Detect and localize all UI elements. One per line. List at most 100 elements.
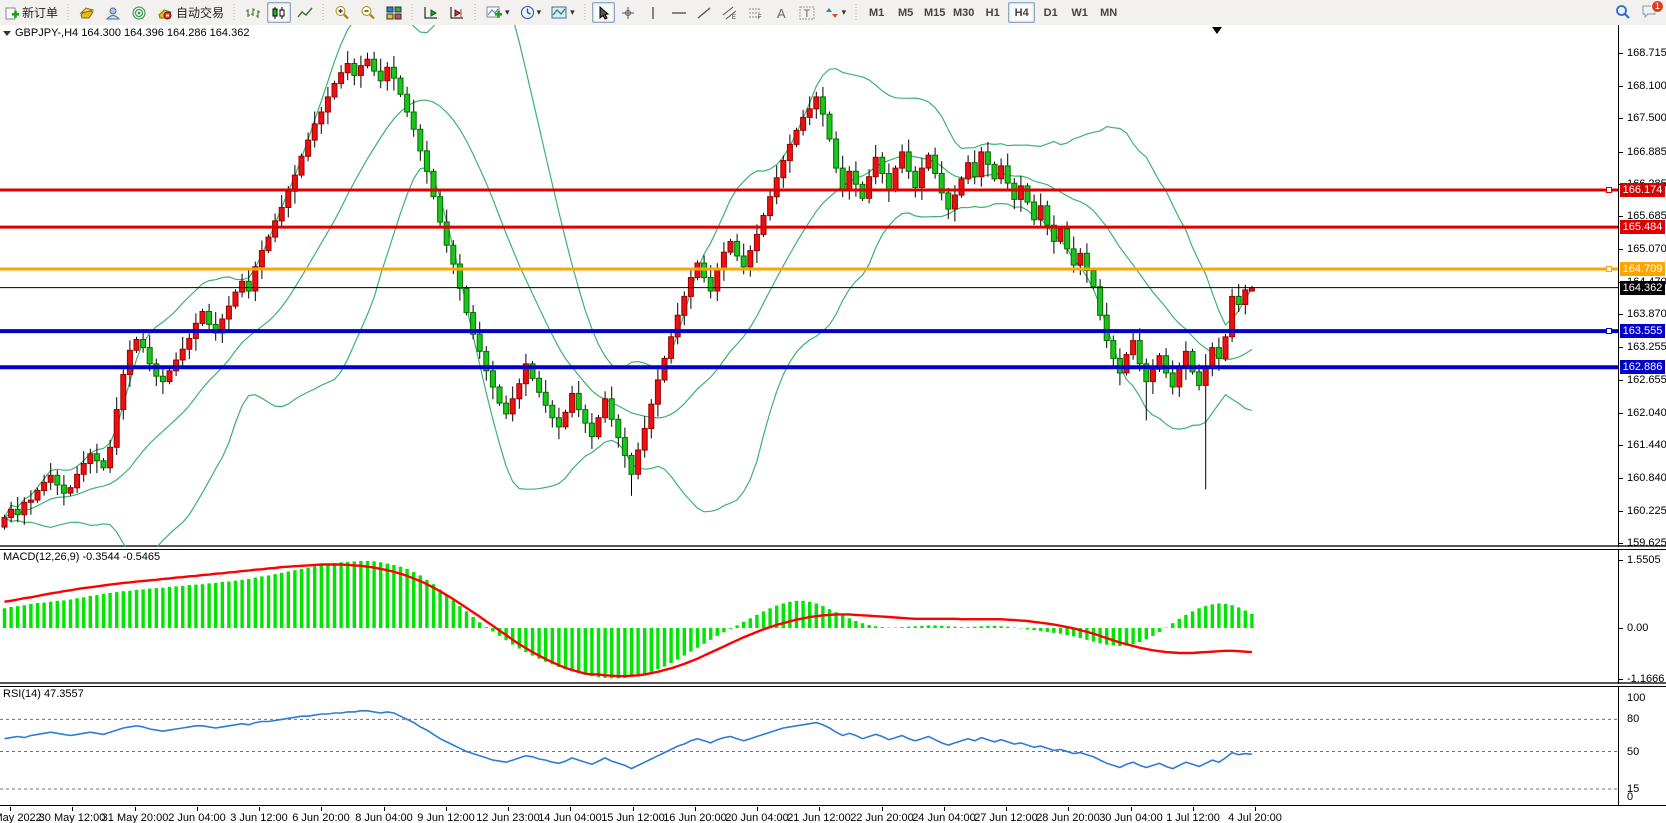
- tile-windows-button[interactable]: [382, 2, 406, 23]
- time-axis-label: 27 Jun 12:00: [974, 812, 1038, 823]
- bar-chart-button[interactable]: [241, 2, 265, 23]
- candle-body: [180, 349, 185, 360]
- timeframe-w1-button[interactable]: W1: [1066, 2, 1093, 23]
- candle-body: [504, 403, 509, 414]
- horizontal-line-button[interactable]: [667, 2, 691, 23]
- navigator-icon: [131, 6, 147, 20]
- timeframe-mn-button[interactable]: MN: [1095, 2, 1122, 23]
- candle-body: [1098, 287, 1103, 316]
- timeframe-m30-button[interactable]: M30: [950, 2, 977, 23]
- macd-signal-line: [5, 565, 1252, 677]
- price-chart-svg[interactable]: [0, 25, 1618, 547]
- chart-title-text: GBPJPY-,H4 164.300 164.396 164.286 164.3…: [15, 27, 249, 39]
- price-badge-163.555: 163.555: [1620, 324, 1665, 338]
- candle-body: [187, 338, 192, 349]
- text-button[interactable]: A: [770, 2, 793, 23]
- macd-histogram: [5, 561, 1252, 678]
- auto-scroll-button[interactable]: [419, 2, 443, 23]
- rsi-area[interactable]: RSI(14) 47.3557: [0, 687, 1619, 805]
- price-badge-166.174: 166.174: [1620, 183, 1665, 197]
- rsi-panel: RSI(14) 47.3557 1008050150: [0, 686, 1666, 806]
- candlestick-chart-button[interactable]: [267, 2, 291, 23]
- market-watch-button[interactable]: [75, 2, 99, 23]
- zoom-out-button[interactable]: [356, 2, 380, 23]
- zoom-in-button[interactable]: [330, 2, 354, 23]
- equidistant-channel-button[interactable]: E: [718, 2, 742, 23]
- candle-body: [127, 350, 132, 374]
- price-axis-tick: [1619, 314, 1623, 315]
- candle-body: [345, 64, 350, 73]
- candle-body: [385, 67, 390, 81]
- trendline-button[interactable]: [693, 2, 716, 23]
- resistance-line-1-handle[interactable]: [1606, 187, 1612, 193]
- price-axis-tick: [1619, 543, 1623, 544]
- autotrade-label: 自动交易: [176, 4, 224, 21]
- macd-area[interactable]: MACD(12,26,9) -0.3544 -0.5465: [0, 550, 1619, 684]
- time-axis[interactable]: 27 May 202230 May 12:0031 May 20:002 Jun…: [0, 807, 1666, 823]
- candle-body: [372, 59, 377, 71]
- cursor-button[interactable]: [592, 2, 615, 23]
- new-order-icon: [5, 6, 19, 20]
- toolbar: 新订单: [0, 0, 1666, 26]
- candle-body: [1124, 355, 1129, 373]
- price-axis-tick: [1619, 380, 1623, 381]
- new-order-button[interactable]: 新订单: [1, 2, 62, 23]
- chart-title: GBPJPY-,H4 164.300 164.396 164.286 164.3…: [3, 27, 249, 39]
- timeframe-h1-button[interactable]: H1: [979, 2, 1006, 23]
- candle-body: [147, 348, 152, 364]
- timeframe-m5-button[interactable]: M5: [892, 2, 919, 23]
- candle-body: [48, 475, 53, 482]
- navigator-button[interactable]: [127, 2, 151, 23]
- candle-body: [325, 97, 330, 112]
- time-axis-tick: [570, 807, 571, 811]
- chart-area[interactable]: GBPJPY-,H4 164.300 164.396 164.286 164.3…: [0, 25, 1619, 547]
- timeframe-m1-button[interactable]: M1: [863, 2, 890, 23]
- macd-axis-tick: [1619, 628, 1623, 629]
- data-window-button[interactable]: [101, 2, 125, 23]
- indicators-button[interactable]: ▾: [482, 2, 514, 23]
- price-axis-tick: [1619, 413, 1623, 414]
- candle-body: [992, 164, 997, 179]
- notifications-button[interactable]: 1: [1637, 1, 1661, 22]
- candle-body: [339, 73, 344, 84]
- autotrade-button[interactable]: 自动交易: [153, 2, 228, 23]
- time-axis-tick: [944, 807, 945, 811]
- support-line-1-handle[interactable]: [1606, 328, 1612, 334]
- price-axis-tick-label: 167.500: [1627, 112, 1666, 124]
- candle-body: [101, 461, 106, 468]
- macd-axis-tick: [1619, 679, 1623, 680]
- macd-label: MACD(12,26,9) -0.3544 -0.5465: [3, 551, 160, 563]
- candle-body: [418, 129, 423, 151]
- chart-shift-button[interactable]: [445, 2, 469, 23]
- candle-body: [1203, 367, 1208, 386]
- crosshair-button[interactable]: [617, 2, 640, 23]
- time-axis-tick: [259, 807, 260, 811]
- text-label-button[interactable]: T: [795, 2, 819, 23]
- candle-body: [556, 418, 561, 427]
- periods-button[interactable]: ▾: [516, 2, 546, 23]
- search-button[interactable]: [1611, 1, 1635, 22]
- vertical-line-button[interactable]: [642, 2, 665, 23]
- time-axis-label: 1 Jul 12:00: [1166, 812, 1220, 823]
- chart-context-icon[interactable]: [3, 31, 11, 36]
- pivot-line-handle[interactable]: [1606, 266, 1612, 272]
- candle-body: [933, 155, 938, 173]
- candle-body: [114, 410, 119, 448]
- timeframe-m15-button[interactable]: M15: [921, 2, 948, 23]
- timeframe-d1-button[interactable]: D1: [1037, 2, 1064, 23]
- chart-shift-marker[interactable]: [1212, 27, 1222, 34]
- candle-body: [319, 112, 324, 124]
- price-axis-tick: [1619, 347, 1623, 348]
- candle-body: [880, 157, 885, 173]
- candle-body: [240, 281, 245, 292]
- fibonacci-button[interactable]: F: [744, 2, 768, 23]
- macd-svg: [0, 550, 1618, 684]
- line-chart-button[interactable]: [293, 2, 317, 23]
- candle-body: [867, 177, 872, 199]
- arrows-button[interactable]: ▾: [821, 2, 851, 23]
- time-axis-tick: [135, 807, 136, 811]
- candle-body: [108, 447, 113, 468]
- timeframe-h4-button[interactable]: H4: [1008, 2, 1035, 23]
- templates-button[interactable]: ▾: [547, 2, 579, 23]
- zoom-out-icon: [360, 5, 376, 20]
